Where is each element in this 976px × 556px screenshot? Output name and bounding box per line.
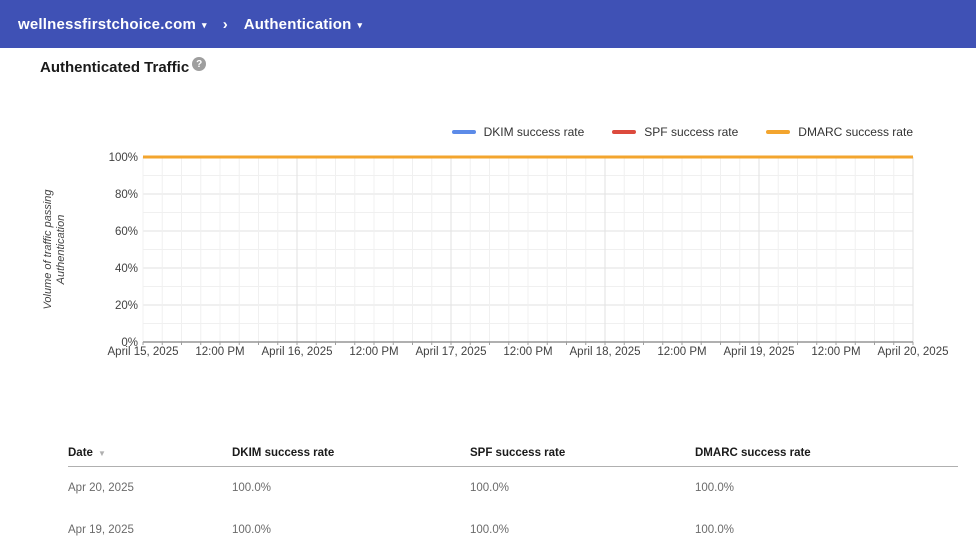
table-header-row: Date ▼ DKIM success rate SPF success rat… [0, 440, 976, 466]
table-cell-date: Apr 19, 2025 [68, 524, 134, 536]
xtick-label: April 15, 2025 [108, 346, 179, 358]
ytick-label: 20% [115, 300, 138, 312]
chart-legend: DKIM success rate SPF success rate DMARC s… [424, 125, 913, 139]
page-title-row: Authenticated Traffic ? [40, 57, 207, 76]
ytick-label: 60% [115, 226, 138, 238]
page-title: Authenticated Traffic [40, 59, 190, 76]
table-cell-dmarc: 100.0% [695, 482, 735, 494]
legend-swatch-icon [612, 130, 637, 134]
xtick-label: 12:00 PM [503, 346, 552, 358]
xtick-label: 12:00 PM [349, 346, 398, 358]
table-row: Apr 20, 2025 100.0% 100.0% 100.0% [0, 467, 976, 509]
xtick-label: April 19, 2025 [724, 346, 795, 358]
sort-descending-icon: ▼ [97, 448, 106, 458]
domain-selector-label: wellnessfirstchoice.com [18, 15, 197, 33]
table-cell-dmarc: 100.0% [695, 524, 735, 536]
xtick-label: April 17, 2025 [416, 346, 487, 358]
legend-swatch-icon [451, 130, 476, 134]
ytick-label: 40% [115, 263, 138, 275]
ytick-label: 100% [109, 152, 138, 164]
help-icon[interactable]: ? [192, 57, 207, 71]
legend-item: DMARC success rate [766, 125, 913, 139]
table-cell-spf: 100.0% [470, 482, 510, 494]
y-axis-title: Volume of traffic passingAuthentication [42, 189, 67, 310]
ytick-label: 80% [115, 189, 138, 201]
table-body: Apr 20, 2025 100.0% 100.0% 100.0% Apr 19, 20… [0, 467, 976, 551]
xtick-label: April 20, 2025 [878, 346, 949, 358]
table-cell-date: Apr 20, 2025 [68, 482, 134, 494]
xtick-label: 12:00 PM [811, 346, 860, 358]
authentication-table: Date ▼ DKIM success rate SPF success rat… [0, 440, 976, 551]
xtick-label: 12:00 PM [195, 346, 244, 358]
legend-swatch-icon [766, 130, 791, 134]
legend-label: SPF success rate [644, 125, 739, 139]
column-header-dkim: DKIM success rate [232, 447, 335, 459]
legend-item: DKIM success rate [451, 125, 585, 139]
chevron-down-icon: ▾ [202, 19, 207, 30]
table-cell-spf: 100.0% [470, 524, 510, 536]
top-navigation-bar: wellnessfirstchoice.com ▾ › Authenticati… [0, 0, 976, 48]
table-cell-dkim: 100.0% [232, 482, 272, 494]
report-selector-label: Authentication [243, 15, 352, 33]
authenticated-traffic-chart: 0%20%40%60%80%100%April 15, 2025 12:00 PM… [42, 152, 949, 358]
xtick-label: April 16, 2025 [262, 346, 333, 358]
report-selector-dropdown[interactable]: Authentication ▾ [238, 12, 369, 37]
legend-label: DKIM success rate [483, 125, 585, 139]
xtick-label: 12:00 PM [657, 346, 706, 358]
column-header-spf: SPF success rate [470, 447, 566, 459]
chevron-right-icon: › [222, 15, 228, 33]
domain-selector-dropdown[interactable]: wellnessfirstchoice.com ▾ [12, 12, 213, 37]
table-cell-dkim: 100.0% [232, 524, 272, 536]
column-header-date[interactable]: Date ▼ [68, 447, 232, 459]
legend-item: SPF success rate [612, 125, 738, 139]
legend-label: DMARC success rate [798, 125, 913, 139]
table-row: Apr 19, 2025 100.0% 100.0% 100.0% [0, 509, 976, 551]
xtick-label: April 18, 2025 [570, 346, 641, 358]
chevron-down-icon: ▾ [357, 19, 363, 30]
column-header-dmarc: DMARC success rate [695, 447, 811, 459]
